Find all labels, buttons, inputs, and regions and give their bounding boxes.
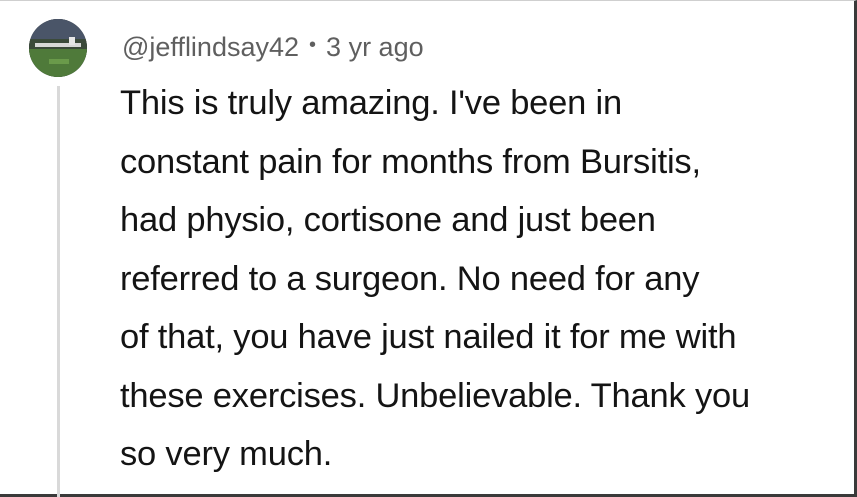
thread-line: [57, 86, 60, 497]
avatar[interactable]: [29, 19, 87, 77]
comment-text: This is truly amazing. I've been in cons…: [120, 84, 750, 473]
avatar-image: [29, 19, 87, 77]
author-handle[interactable]: @jefflindsay42: [122, 32, 299, 63]
comment-timestamp: 3 yr ago: [326, 31, 424, 62]
comment-header: @jefflindsay42 • 3 yr ago: [122, 25, 424, 69]
separator-dot: •: [309, 33, 317, 56]
